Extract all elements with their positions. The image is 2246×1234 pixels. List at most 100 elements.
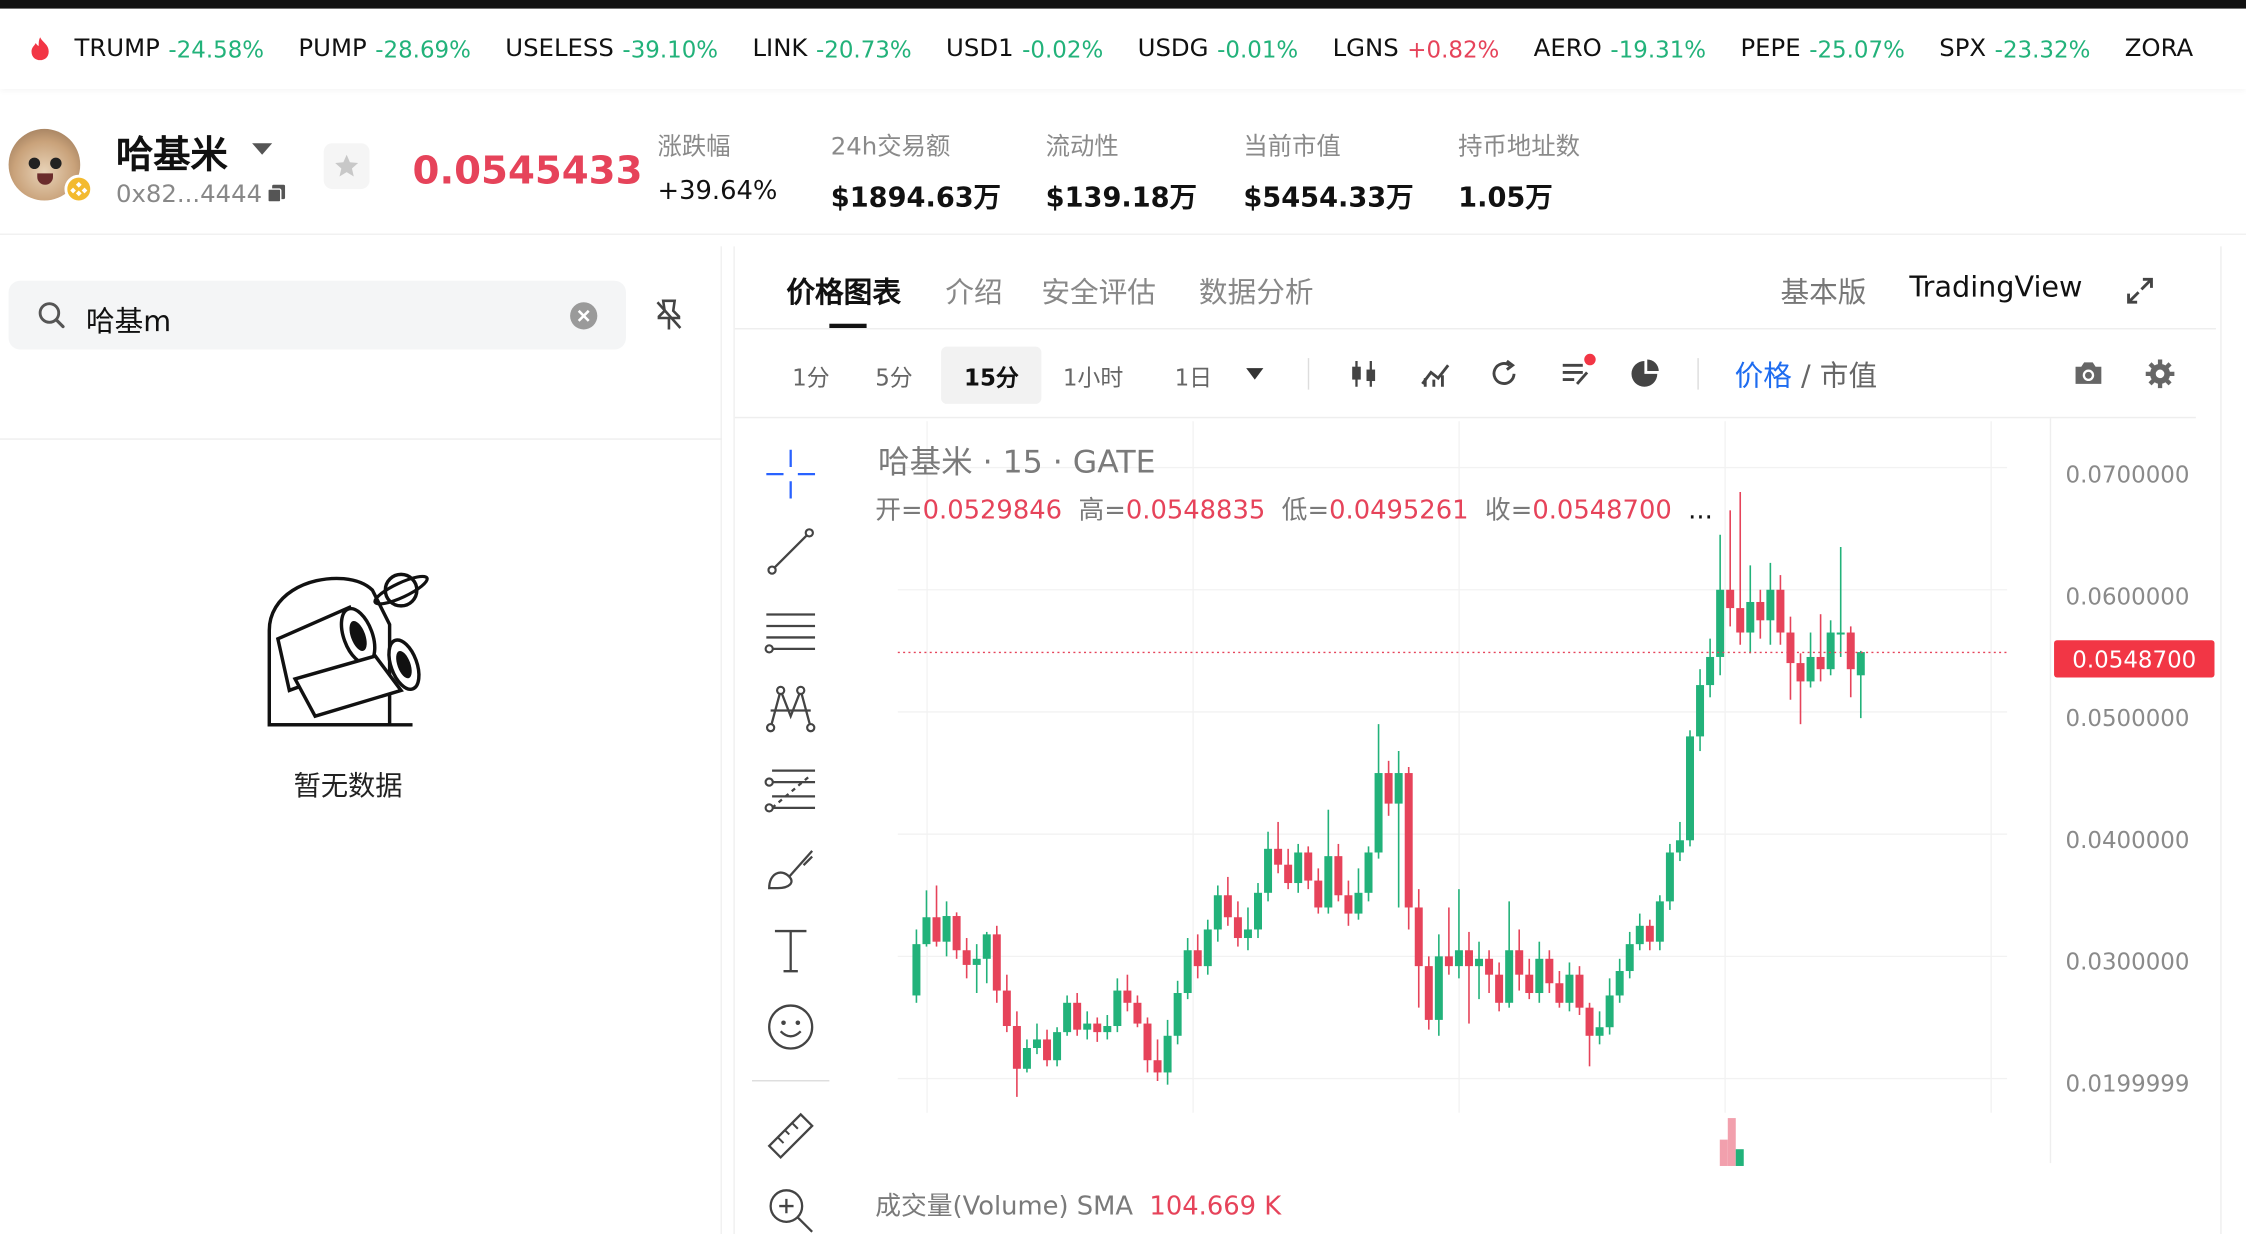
pattern-tool-icon[interactable] [763,682,817,736]
ticker-item[interactable]: USELESS -39.10% [505,34,718,63]
interval-5m[interactable]: 5分 [875,358,913,392]
stat-item: 流动性 $139.18万 [1046,126,1197,215]
candle-body [1686,736,1694,841]
pin-icon[interactable] [653,298,685,332]
candle-body [922,917,931,945]
tab-security[interactable]: 安全评估 [1041,269,1156,311]
ticker-item[interactable]: ZORA [2125,34,2202,63]
search-input[interactable]: 哈基m [86,298,171,340]
mcap-mode-label[interactable]: 市值 [1820,358,1877,392]
ticker-item[interactable]: SPX -23.32% [1939,34,2090,63]
candle-body [1043,1039,1052,1061]
candle-body [1786,632,1795,664]
drawing-toolbar [735,418,850,1234]
candle-body [992,934,1001,991]
candle-body [1304,852,1313,881]
ticker-change: -24.58% [168,35,265,63]
ticker-item[interactable]: PEPE -25.07% [1740,34,1904,63]
candle-body [1364,852,1373,893]
horizontal-lines-icon[interactable] [763,604,817,658]
candle-body [1233,917,1242,939]
price-axis[interactable]: 0.0700000 0.0600000 0.0500000 0.0400000 … [2049,418,2215,1164]
candle-type-icon[interactable] [1348,358,1380,390]
candle-body [1103,1026,1112,1033]
candle-body [1274,848,1283,865]
copy-icon[interactable] [266,183,286,203]
candle-body [1053,1032,1062,1061]
camera-icon[interactable] [2073,358,2105,387]
stat-value: $1894.63万 [830,181,1001,214]
star-icon [335,154,359,177]
tab-analysis[interactable]: 数据分析 [1199,269,1314,311]
price-mcap-toggle[interactable]: 价格 / 市值 [1735,352,1877,394]
refresh-icon[interactable] [1488,358,1520,390]
basic-version-button[interactable]: 基本版 [1780,269,1866,311]
trend-line-icon[interactable] [763,524,817,578]
zoom-in-icon[interactable] [763,1183,817,1234]
tradingview-button[interactable]: TradingView [1909,269,2082,303]
ticker-item[interactable]: LINK -20.73% [752,34,911,63]
candle-body [1635,925,1644,945]
candle-body [1565,974,1574,1003]
candle-body [1575,974,1584,1008]
candle-body [1826,632,1835,670]
ticker-item[interactable]: AERO -19.31% [1534,34,1706,63]
indicators-icon[interactable] [1420,358,1452,390]
emoji-icon[interactable] [763,1000,817,1054]
ohlc-legend: 开=0.0529846 高=0.0548835 低=0.0495261 收=0.… [875,490,1713,527]
stat-value: +39.64% [657,176,778,207]
candle-body [1615,971,1624,996]
candle-body [1032,1039,1041,1049]
ticker-item[interactable]: LGNS +0.82% [1333,34,1500,63]
ruler-icon[interactable] [763,1106,817,1160]
interval-1m[interactable]: 1分 [792,358,830,392]
candle-body [1806,656,1815,682]
pie-chart-icon[interactable] [1629,358,1661,390]
candle-body [1836,632,1845,635]
ticker-item[interactable]: PUMP -28.69% [298,34,470,63]
candle-body [1123,990,1132,1003]
legend-more[interactable]: ... [1688,496,1713,526]
search-box[interactable]: 哈基m [8,280,626,350]
candle-body [1535,958,1544,994]
interval-1h[interactable]: 1小时 [1063,358,1123,392]
candle-body [1002,990,1011,1027]
tab-price-chart[interactable]: 价格图表 [786,269,901,329]
ticker-item[interactable]: USDG -0.01% [1138,34,1299,63]
stat-value: $139.18万 [1045,181,1197,214]
text-tool-icon[interactable] [763,922,817,976]
axis-tick: 0.0300000 [2065,948,2190,976]
interval-15m[interactable]: 15分 [941,346,1042,404]
token-name[interactable]: 哈基米 [116,126,228,179]
clear-search-button[interactable] [570,302,598,330]
high-value: 0.0548835 [1125,495,1266,526]
alerts-icon[interactable] [1560,352,1597,389]
crosshair-icon[interactable] [763,447,817,501]
fib-tool-icon[interactable] [763,762,817,816]
ticker-list: TRUMP -24.58% PUMP -28.69% USELESS -39.10% LIN… [74,34,2236,63]
stat-label: 当前市值 [1243,133,1341,162]
ticker-item[interactable]: TRUMP -24.58% [74,34,264,63]
candle-body [1213,895,1222,930]
volume-value: 104.669 K [1149,1191,1282,1222]
interval-1d[interactable]: 1日 [1175,358,1213,392]
candlestick-chart[interactable] [855,421,2050,1166]
candle-body [972,958,981,965]
ticker-symbol: SPX [1939,34,1987,64]
candle-body [982,934,991,959]
interval-dropdown-icon[interactable] [1245,367,1265,381]
chevron-down-icon[interactable] [252,143,273,155]
favorite-star-button[interactable] [323,143,370,190]
search-icon [38,302,65,329]
tab-intro[interactable]: 介绍 [945,269,1002,311]
price-mode-label[interactable]: 价格 [1735,358,1792,392]
settings-gear-icon[interactable] [2144,358,2176,390]
expand-icon[interactable] [2124,275,2156,307]
candle-body [1424,966,1433,1020]
stat-value: $5454.33万 [1243,181,1414,214]
ticker-item[interactable]: USD1 -0.02% [946,34,1103,63]
brush-icon[interactable] [763,842,817,896]
candle-body [1525,974,1534,994]
ticker-bar: TRUMP -24.58% PUMP -28.69% USELESS -39.10% LIN… [0,9,2246,89]
top-strip [0,0,2246,9]
